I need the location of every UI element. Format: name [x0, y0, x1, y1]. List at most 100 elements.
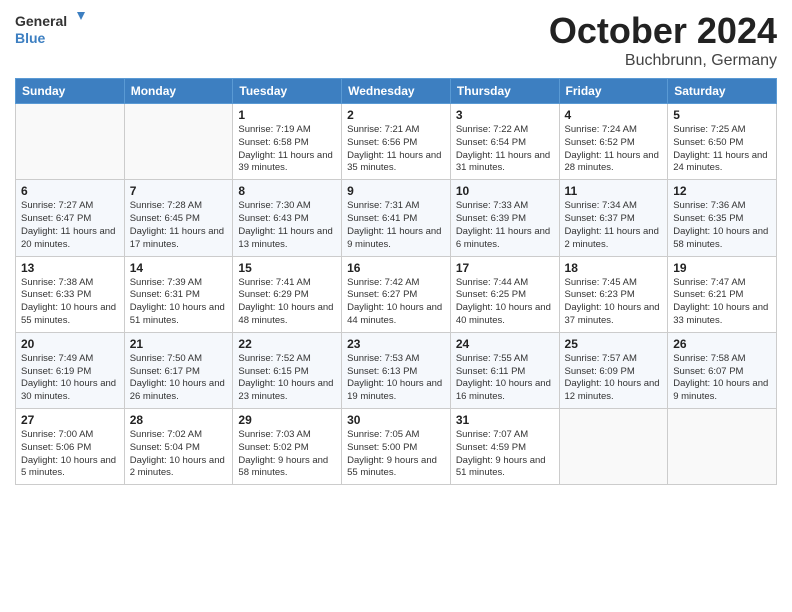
- day-number: 17: [456, 261, 554, 275]
- day-number: 3: [456, 108, 554, 122]
- day-number: 13: [21, 261, 119, 275]
- col-wednesday: Wednesday: [342, 79, 451, 104]
- day-number: 8: [238, 184, 336, 198]
- svg-text:Blue: Blue: [15, 30, 46, 46]
- day-number: 24: [456, 337, 554, 351]
- day-info: Sunrise: 7:55 AMSunset: 6:11 PMDaylight:…: [456, 353, 554, 404]
- table-row: [668, 409, 777, 485]
- day-number: 19: [673, 261, 771, 275]
- day-number: 4: [565, 108, 663, 122]
- table-row: 11 Sunrise: 7:34 AMSunset: 6:37 PMDaylig…: [559, 180, 668, 256]
- table-row: 20 Sunrise: 7:49 AMSunset: 6:19 PMDaylig…: [16, 332, 125, 408]
- day-info: Sunrise: 7:53 AMSunset: 6:13 PMDaylight:…: [347, 353, 445, 404]
- calendar-week-row: 13 Sunrise: 7:38 AMSunset: 6:33 PMDaylig…: [16, 256, 777, 332]
- table-row: 15 Sunrise: 7:41 AMSunset: 6:29 PMDaylig…: [233, 256, 342, 332]
- table-row: 19 Sunrise: 7:47 AMSunset: 6:21 PMDaylig…: [668, 256, 777, 332]
- day-info: Sunrise: 7:30 AMSunset: 6:43 PMDaylight:…: [238, 200, 336, 251]
- table-row: 24 Sunrise: 7:55 AMSunset: 6:11 PMDaylig…: [450, 332, 559, 408]
- logo: General Blue: [15, 10, 85, 48]
- day-info: Sunrise: 7:47 AMSunset: 6:21 PMDaylight:…: [673, 277, 771, 328]
- table-row: 29 Sunrise: 7:03 AMSunset: 5:02 PMDaylig…: [233, 409, 342, 485]
- day-info: Sunrise: 7:52 AMSunset: 6:15 PMDaylight:…: [238, 353, 336, 404]
- day-info: Sunrise: 7:41 AMSunset: 6:29 PMDaylight:…: [238, 277, 336, 328]
- table-row: 5 Sunrise: 7:25 AMSunset: 6:50 PMDayligh…: [668, 104, 777, 180]
- day-info: Sunrise: 7:33 AMSunset: 6:39 PMDaylight:…: [456, 200, 554, 251]
- day-info: Sunrise: 7:19 AMSunset: 6:58 PMDaylight:…: [238, 124, 336, 175]
- table-row: 17 Sunrise: 7:44 AMSunset: 6:25 PMDaylig…: [450, 256, 559, 332]
- day-number: 26: [673, 337, 771, 351]
- day-number: 21: [130, 337, 228, 351]
- day-number: 10: [456, 184, 554, 198]
- calendar-header-row: Sunday Monday Tuesday Wednesday Thursday…: [16, 79, 777, 104]
- table-row: 22 Sunrise: 7:52 AMSunset: 6:15 PMDaylig…: [233, 332, 342, 408]
- table-row: 10 Sunrise: 7:33 AMSunset: 6:39 PMDaylig…: [450, 180, 559, 256]
- svg-text:General: General: [15, 13, 67, 29]
- day-info: Sunrise: 7:49 AMSunset: 6:19 PMDaylight:…: [21, 353, 119, 404]
- table-row: 30 Sunrise: 7:05 AMSunset: 5:00 PMDaylig…: [342, 409, 451, 485]
- col-friday: Friday: [559, 79, 668, 104]
- day-info: Sunrise: 7:05 AMSunset: 5:00 PMDaylight:…: [347, 429, 445, 480]
- table-row: 25 Sunrise: 7:57 AMSunset: 6:09 PMDaylig…: [559, 332, 668, 408]
- day-info: Sunrise: 7:31 AMSunset: 6:41 PMDaylight:…: [347, 200, 445, 251]
- day-info: Sunrise: 7:03 AMSunset: 5:02 PMDaylight:…: [238, 429, 336, 480]
- day-info: Sunrise: 7:45 AMSunset: 6:23 PMDaylight:…: [565, 277, 663, 328]
- day-info: Sunrise: 7:07 AMSunset: 4:59 PMDaylight:…: [456, 429, 554, 480]
- table-row: 2 Sunrise: 7:21 AMSunset: 6:56 PMDayligh…: [342, 104, 451, 180]
- calendar-title: October 2024: [549, 10, 777, 52]
- col-saturday: Saturday: [668, 79, 777, 104]
- day-info: Sunrise: 7:42 AMSunset: 6:27 PMDaylight:…: [347, 277, 445, 328]
- table-row: 13 Sunrise: 7:38 AMSunset: 6:33 PMDaylig…: [16, 256, 125, 332]
- table-row: 23 Sunrise: 7:53 AMSunset: 6:13 PMDaylig…: [342, 332, 451, 408]
- calendar-week-row: 1 Sunrise: 7:19 AMSunset: 6:58 PMDayligh…: [16, 104, 777, 180]
- table-row: 14 Sunrise: 7:39 AMSunset: 6:31 PMDaylig…: [124, 256, 233, 332]
- col-tuesday: Tuesday: [233, 79, 342, 104]
- table-row: 9 Sunrise: 7:31 AMSunset: 6:41 PMDayligh…: [342, 180, 451, 256]
- table-row: [559, 409, 668, 485]
- day-info: Sunrise: 7:34 AMSunset: 6:37 PMDaylight:…: [565, 200, 663, 251]
- calendar-subtitle: Buchbrunn, Germany: [549, 52, 777, 70]
- day-number: 30: [347, 413, 445, 427]
- day-info: Sunrise: 7:02 AMSunset: 5:04 PMDaylight:…: [130, 429, 228, 480]
- day-number: 12: [673, 184, 771, 198]
- day-number: 11: [565, 184, 663, 198]
- table-row: 4 Sunrise: 7:24 AMSunset: 6:52 PMDayligh…: [559, 104, 668, 180]
- day-info: Sunrise: 7:38 AMSunset: 6:33 PMDaylight:…: [21, 277, 119, 328]
- day-info: Sunrise: 7:25 AMSunset: 6:50 PMDaylight:…: [673, 124, 771, 175]
- table-row: 26 Sunrise: 7:58 AMSunset: 6:07 PMDaylig…: [668, 332, 777, 408]
- day-info: Sunrise: 7:27 AMSunset: 6:47 PMDaylight:…: [21, 200, 119, 251]
- day-number: 7: [130, 184, 228, 198]
- table-row: 27 Sunrise: 7:00 AMSunset: 5:06 PMDaylig…: [16, 409, 125, 485]
- calendar-table: Sunday Monday Tuesday Wednesday Thursday…: [15, 78, 777, 485]
- day-number: 15: [238, 261, 336, 275]
- day-info: Sunrise: 7:58 AMSunset: 6:07 PMDaylight:…: [673, 353, 771, 404]
- table-row: [124, 104, 233, 180]
- day-number: 28: [130, 413, 228, 427]
- day-number: 6: [21, 184, 119, 198]
- day-info: Sunrise: 7:36 AMSunset: 6:35 PMDaylight:…: [673, 200, 771, 251]
- day-info: Sunrise: 7:50 AMSunset: 6:17 PMDaylight:…: [130, 353, 228, 404]
- day-info: Sunrise: 7:00 AMSunset: 5:06 PMDaylight:…: [21, 429, 119, 480]
- page-header: General Blue October 2024 Buchbrunn, Ger…: [15, 10, 777, 70]
- table-row: 1 Sunrise: 7:19 AMSunset: 6:58 PMDayligh…: [233, 104, 342, 180]
- day-info: Sunrise: 7:28 AMSunset: 6:45 PMDaylight:…: [130, 200, 228, 251]
- col-thursday: Thursday: [450, 79, 559, 104]
- day-info: Sunrise: 7:22 AMSunset: 6:54 PMDaylight:…: [456, 124, 554, 175]
- table-row: 12 Sunrise: 7:36 AMSunset: 6:35 PMDaylig…: [668, 180, 777, 256]
- day-number: 20: [21, 337, 119, 351]
- logo-svg: General Blue: [15, 10, 85, 48]
- table-row: 8 Sunrise: 7:30 AMSunset: 6:43 PMDayligh…: [233, 180, 342, 256]
- table-row: [16, 104, 125, 180]
- col-sunday: Sunday: [16, 79, 125, 104]
- title-block: October 2024 Buchbrunn, Germany: [549, 10, 777, 70]
- day-number: 25: [565, 337, 663, 351]
- day-info: Sunrise: 7:24 AMSunset: 6:52 PMDaylight:…: [565, 124, 663, 175]
- col-monday: Monday: [124, 79, 233, 104]
- day-info: Sunrise: 7:44 AMSunset: 6:25 PMDaylight:…: [456, 277, 554, 328]
- table-row: 21 Sunrise: 7:50 AMSunset: 6:17 PMDaylig…: [124, 332, 233, 408]
- day-number: 23: [347, 337, 445, 351]
- calendar-week-row: 27 Sunrise: 7:00 AMSunset: 5:06 PMDaylig…: [16, 409, 777, 485]
- table-row: 16 Sunrise: 7:42 AMSunset: 6:27 PMDaylig…: [342, 256, 451, 332]
- day-number: 27: [21, 413, 119, 427]
- day-number: 29: [238, 413, 336, 427]
- table-row: 18 Sunrise: 7:45 AMSunset: 6:23 PMDaylig…: [559, 256, 668, 332]
